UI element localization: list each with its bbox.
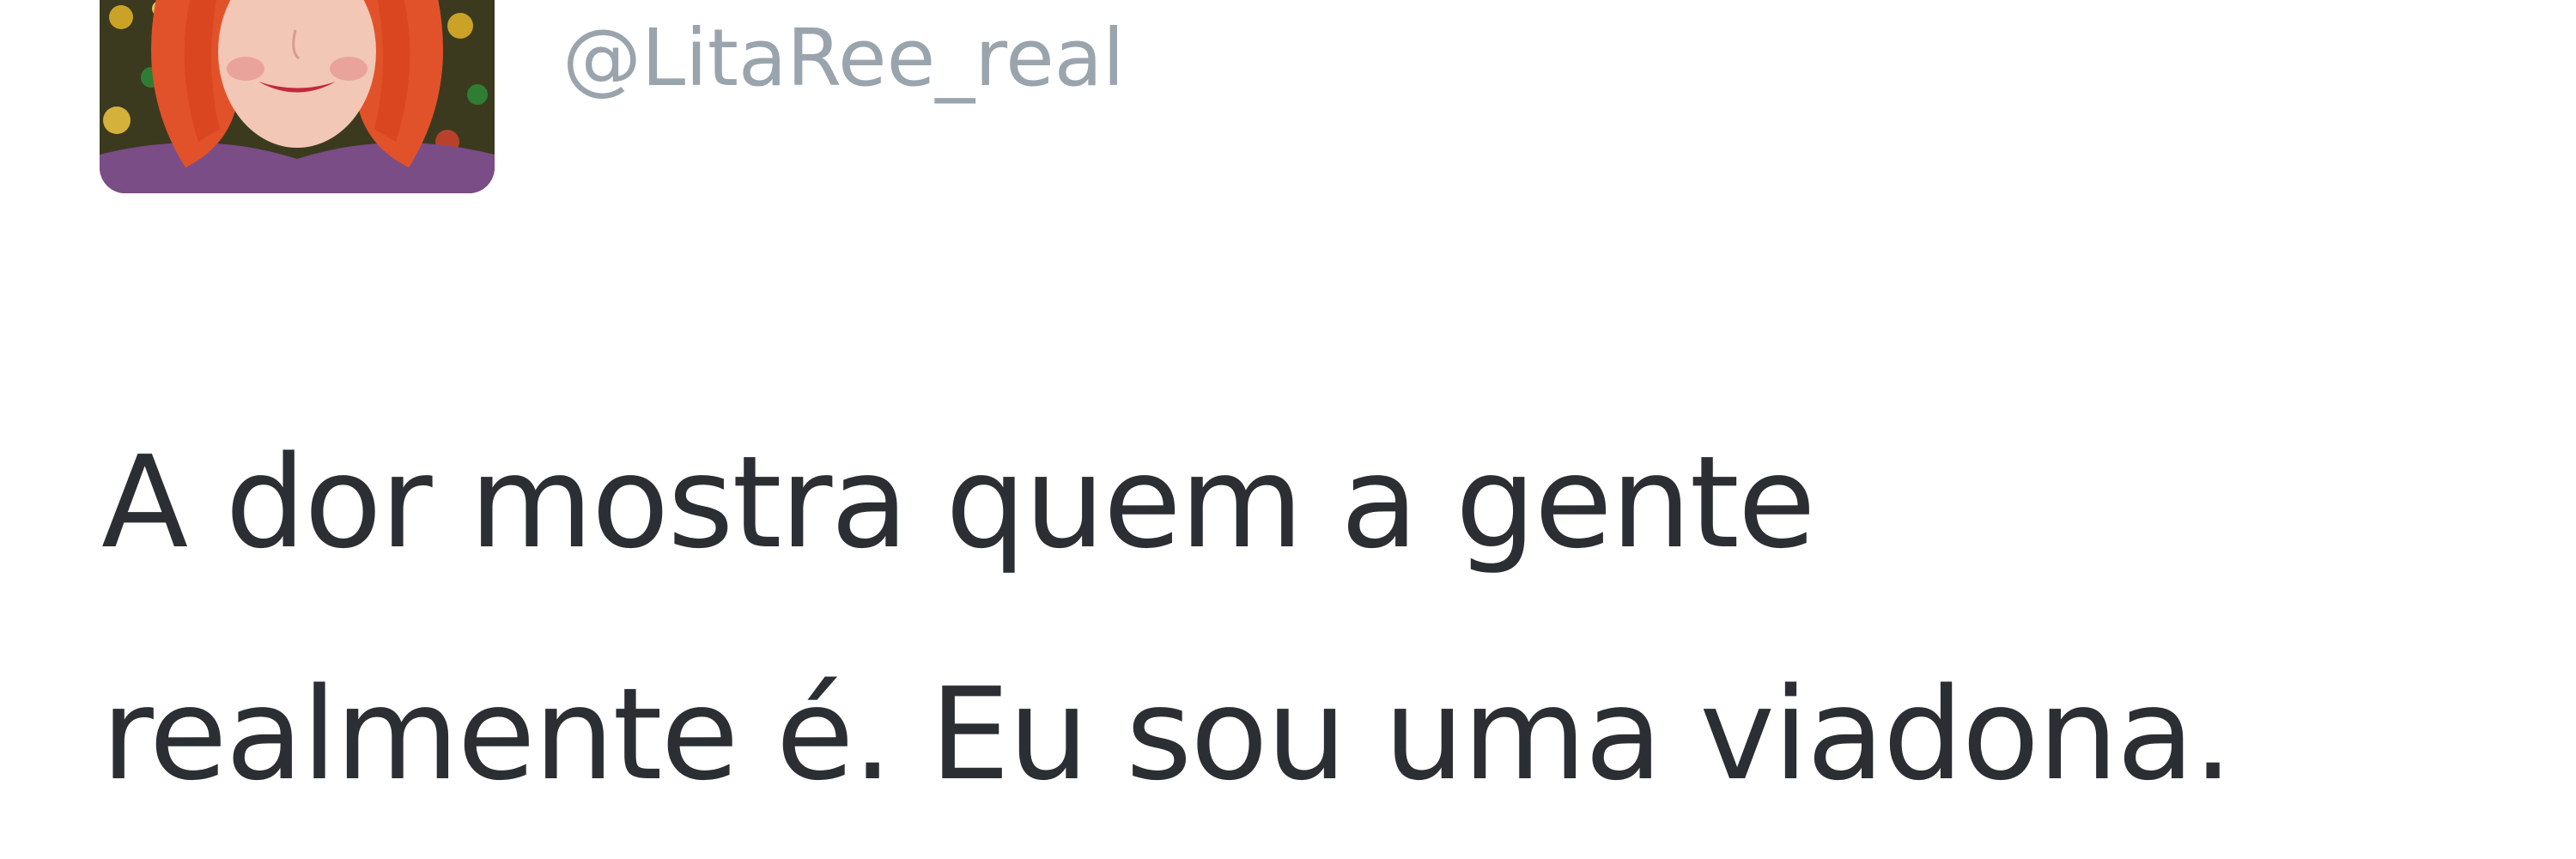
tweet-card: @LitaRee_real A dor mostra quem a gente … <box>0 0 2576 859</box>
tweet-text: A dor mostra quem a gente realmente é. E… <box>101 387 2506 850</box>
tweet-text-line: realmente é. Eu sou uma viadona. <box>101 661 2233 808</box>
profile-avatar-icon[interactable] <box>100 0 495 193</box>
user-handle[interactable]: @LitaRee_real <box>562 7 1125 110</box>
tweet-text-line: A dor mostra quem a gente <box>101 429 1816 576</box>
